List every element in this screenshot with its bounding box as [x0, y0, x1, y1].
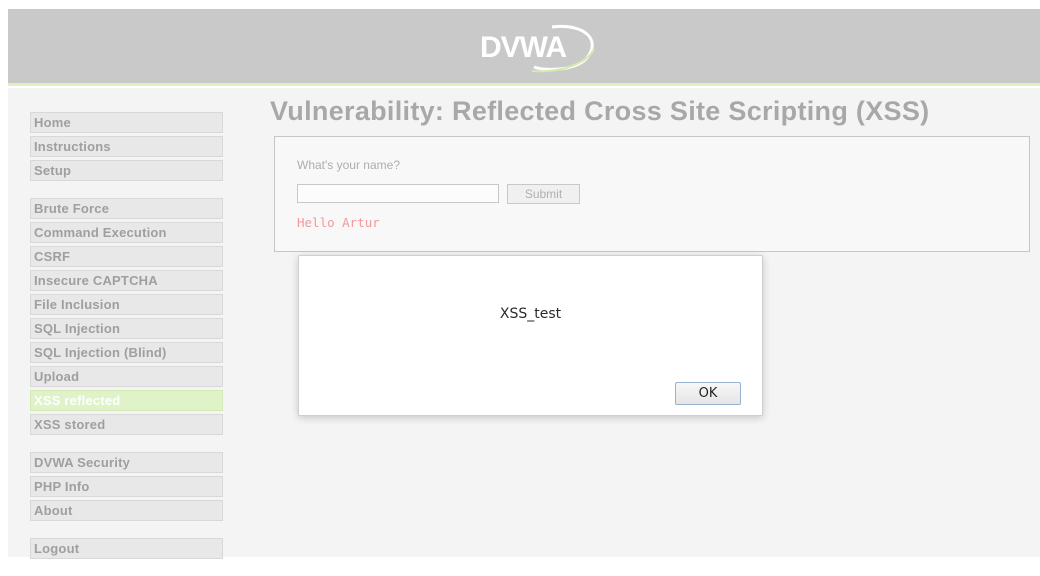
sidebar-item-file-inclusion[interactable]: File Inclusion — [30, 294, 223, 315]
sidebar-item-command-execution[interactable]: Command Execution — [30, 222, 223, 243]
menu-group: DVWA Security PHP Info About — [30, 452, 223, 521]
sidebar-menu: Home Instructions Setup Brute Force Command … — [30, 112, 223, 576]
sidebar-item-home[interactable]: Home — [30, 112, 223, 133]
sidebar-item-insecure-captcha[interactable]: Insecure CAPTCHA — [30, 270, 223, 291]
sidebar-item-instructions[interactable]: Instructions — [30, 136, 223, 157]
dvwa-logo-graphic: DVWA — [480, 24, 595, 73]
submit-button[interactable]: Submit — [507, 184, 580, 204]
logo-text: DVWA — [480, 31, 566, 64]
menu-group: Brute Force Command Execution CSRF Insecure… — [30, 198, 223, 435]
sidebar-item-php-info[interactable]: PHP Info — [30, 476, 223, 497]
page-title: Vulnerability: Reflected Cross Site Scri… — [270, 96, 930, 126]
name-label: What's your name? — [297, 158, 401, 172]
sidebar-item-logout[interactable]: Logout — [30, 538, 223, 559]
vulnerable-code-area: What's your name? Submit Hello Artur — [274, 136, 1030, 252]
xss-output-text: Hello Artur — [297, 215, 380, 230]
sidebar-item-upload[interactable]: Upload — [30, 366, 223, 387]
name-input[interactable] — [297, 184, 499, 203]
header-banner: DVWA — [8, 9, 1040, 86]
sidebar-item-about[interactable]: About — [30, 500, 223, 521]
sidebar-item-xss-stored[interactable]: XSS stored — [30, 414, 223, 435]
sidebar-item-brute-force[interactable]: Brute Force — [30, 198, 223, 219]
sidebar-item-sql-injection[interactable]: SQL Injection — [30, 318, 223, 339]
alert-message: XSS_test — [499, 306, 562, 322]
sidebar-item-dvwa-security[interactable]: DVWA Security — [30, 452, 223, 473]
menu-group: Home Instructions Setup — [30, 112, 223, 181]
dvwa-logo: DVWA — [474, 21, 604, 73]
sidebar-item-csrf[interactable]: CSRF — [30, 246, 223, 267]
sidebar-item-setup[interactable]: Setup — [30, 160, 223, 181]
menu-group: Logout — [30, 538, 223, 559]
alert-dialog: XSS_test OK — [298, 255, 763, 416]
ok-button[interactable]: OK — [675, 382, 741, 405]
sidebar-item-sql-injection-blind[interactable]: SQL Injection (Blind) — [30, 342, 223, 363]
sidebar-item-xss-reflected[interactable]: XSS reflected — [30, 390, 223, 411]
